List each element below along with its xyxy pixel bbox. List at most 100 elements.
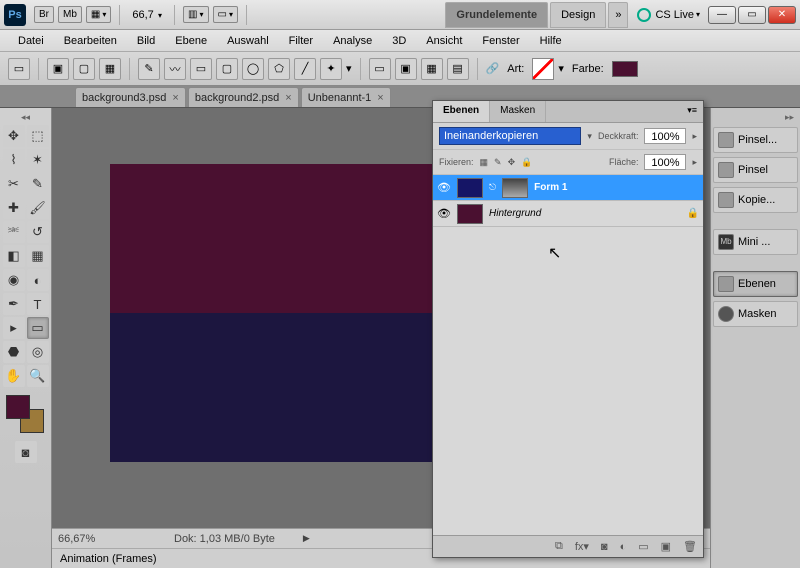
- collapse-icon[interactable]: ▸▸: [713, 112, 798, 123]
- adjustment-layer-icon[interactable]: ◐: [620, 541, 627, 553]
- dock-minibridge[interactable]: MbMini ...: [713, 229, 798, 255]
- status-play-icon[interactable]: ▶: [303, 533, 310, 544]
- type-tool[interactable]: T: [27, 293, 49, 315]
- bridge-button[interactable]: Br: [34, 6, 54, 23]
- eraser-tool[interactable]: ◧: [3, 245, 25, 267]
- doctab-unbenannt[interactable]: Unbenannt-1×: [301, 87, 391, 107]
- dodge-tool[interactable]: ◐: [27, 269, 49, 291]
- art-style-picker[interactable]: [532, 58, 554, 80]
- dock-masken[interactable]: Masken: [713, 301, 798, 327]
- delete-layer-icon[interactable]: 🗑: [683, 540, 697, 553]
- menu-bearbeiten[interactable]: Bearbeiten: [54, 32, 127, 50]
- dock-pinsel-presets[interactable]: Pinsel...: [713, 127, 798, 153]
- workspace-more[interactable]: »: [608, 2, 628, 28]
- workspace-grundelemente[interactable]: Grundelemente: [445, 2, 548, 28]
- menu-datei[interactable]: Datei: [8, 32, 54, 50]
- collapse-icon[interactable]: ◂◂: [21, 112, 30, 123]
- rectangle-tool[interactable]: ▭: [27, 317, 49, 339]
- fill-input[interactable]: 100%: [644, 154, 686, 170]
- visibility-icon[interactable]: 👁: [437, 207, 451, 220]
- zoom-tool[interactable]: 🔍: [27, 365, 49, 387]
- move-tool[interactable]: ✥: [3, 125, 25, 147]
- doctab-bg2[interactable]: background2.psd×: [188, 87, 299, 107]
- layer-name[interactable]: Hintergrund: [489, 208, 541, 219]
- panel-menu-icon[interactable]: ▾≡: [681, 101, 703, 122]
- blur-tool[interactable]: ◉: [3, 269, 25, 291]
- marquee-tool[interactable]: ⬚: [27, 125, 49, 147]
- history-brush-tool[interactable]: ↺: [27, 221, 49, 243]
- status-zoom[interactable]: 66,67%: [58, 533, 130, 545]
- chevron-down-icon[interactable]: ▾: [587, 131, 592, 142]
- arrange-button[interactable]: ▥▾: [183, 6, 208, 23]
- layer-hintergrund[interactable]: 👁 Hintergrund 🔒: [433, 201, 703, 227]
- layer-thumb[interactable]: [457, 204, 483, 224]
- close-icon[interactable]: ×: [172, 92, 178, 104]
- visibility-icon[interactable]: 👁: [437, 181, 451, 194]
- status-doc[interactable]: Dok: 1,03 MB/0 Byte: [174, 533, 275, 545]
- healing-tool[interactable]: ✚: [3, 197, 25, 219]
- layer-mask-icon[interactable]: ◙: [601, 541, 608, 553]
- color-picker[interactable]: [6, 395, 46, 435]
- close-icon[interactable]: ×: [285, 92, 291, 104]
- layer-name[interactable]: Form 1: [534, 182, 567, 193]
- lock-pixels-icon[interactable]: ✎: [494, 157, 502, 168]
- menu-filter[interactable]: Filter: [279, 32, 323, 50]
- path-op-4[interactable]: ▤: [447, 58, 469, 80]
- workspace-design[interactable]: Design: [550, 2, 606, 28]
- view-extras-button[interactable]: ▦▾: [86, 6, 111, 23]
- foreground-color[interactable]: [6, 395, 30, 419]
- cslive-button[interactable]: CS Live ▾: [637, 8, 700, 22]
- opacity-input[interactable]: 100%: [644, 128, 686, 144]
- minibridge-button[interactable]: Mb: [58, 6, 82, 23]
- close-button[interactable]: ✕: [768, 6, 796, 24]
- blend-mode-select[interactable]: Ineinanderkopieren: [439, 127, 581, 145]
- tab-ebenen[interactable]: Ebenen: [433, 101, 490, 122]
- layer-fx-icon[interactable]: fx▾: [575, 540, 589, 553]
- menu-ebene[interactable]: Ebene: [165, 32, 217, 50]
- maximize-button[interactable]: ▭: [738, 6, 766, 24]
- quick-select-tool[interactable]: ✶: [27, 149, 49, 171]
- lock-transparent-icon[interactable]: ▦: [480, 157, 489, 168]
- gradient-tool[interactable]: ▦: [27, 245, 49, 267]
- menu-analyse[interactable]: Analyse: [323, 32, 382, 50]
- menu-ansicht[interactable]: Ansicht: [416, 32, 472, 50]
- zoom-level[interactable]: 66,7 ▾: [132, 9, 162, 21]
- vector-link-icon[interactable]: ⎋: [489, 182, 496, 193]
- layer-thumb[interactable]: [457, 178, 483, 198]
- polygon-shape-icon[interactable]: ⬠: [268, 58, 290, 80]
- crop-tool[interactable]: ✂: [3, 173, 25, 195]
- ellipse-shape-icon[interactable]: ◯: [242, 58, 264, 80]
- lock-all-icon[interactable]: 🔒: [521, 157, 532, 168]
- 3d-tool[interactable]: ⬣: [3, 341, 25, 363]
- brush-tool[interactable]: 🖌: [27, 197, 49, 219]
- color-swatch[interactable]: [612, 61, 638, 77]
- fill-pixels-button[interactable]: ▦: [99, 58, 121, 80]
- new-layer-icon[interactable]: ▣: [661, 540, 671, 553]
- hand-tool[interactable]: ✋: [3, 365, 25, 387]
- chevron-right-icon[interactable]: ▸: [692, 131, 697, 142]
- lasso-tool[interactable]: ⌇: [3, 149, 25, 171]
- menu-auswahl[interactable]: Auswahl: [217, 32, 279, 50]
- stamp-tool[interactable]: ⎃: [3, 221, 25, 243]
- dock-kopie[interactable]: Kopie...: [713, 187, 798, 213]
- rounded-rect-shape-icon[interactable]: ▢: [216, 58, 238, 80]
- shape-layers-button[interactable]: ▣: [47, 58, 69, 80]
- path-op-3[interactable]: ▦: [421, 58, 443, 80]
- link-layers-icon[interactable]: ⧉: [555, 540, 563, 553]
- doctab-bg3[interactable]: background3.psd×: [75, 87, 186, 107]
- lock-position-icon[interactable]: ✥: [508, 157, 516, 168]
- path-select-tool[interactable]: ▸: [3, 317, 25, 339]
- pen-icon[interactable]: ✎: [138, 58, 160, 80]
- pen-tool[interactable]: ✒: [3, 293, 25, 315]
- eyedropper-tool[interactable]: ✎: [27, 173, 49, 195]
- dock-pinsel[interactable]: Pinsel: [713, 157, 798, 183]
- freeform-pen-icon[interactable]: 〰: [164, 58, 186, 80]
- paths-button[interactable]: ▢: [73, 58, 95, 80]
- tab-masken[interactable]: Masken: [490, 101, 546, 122]
- screenmode-button[interactable]: ▭▾: [213, 6, 238, 23]
- rectangle-shape-icon[interactable]: ▭: [190, 58, 212, 80]
- chevron-right-icon[interactable]: ▸: [692, 157, 697, 168]
- menu-3d[interactable]: 3D: [382, 32, 416, 50]
- menu-fenster[interactable]: Fenster: [472, 32, 529, 50]
- layer-group-icon[interactable]: ▭: [638, 540, 648, 553]
